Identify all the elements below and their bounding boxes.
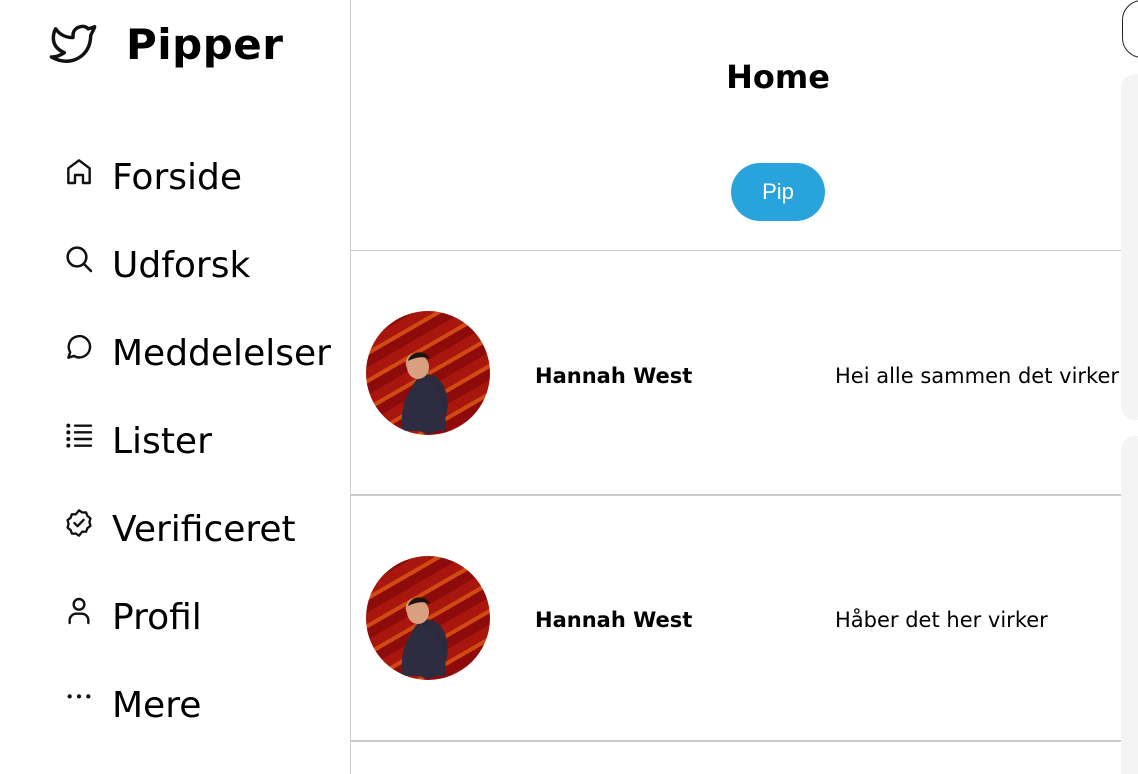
post-author[interactable]: Hannah West: [535, 608, 692, 632]
main-feed: Home Pip Hannah West Hei alle sammen det…: [351, 0, 1127, 774]
nav-item-lister[interactable]: Lister: [62, 418, 342, 466]
post-author[interactable]: Hannah West: [535, 364, 692, 388]
list-icon: [62, 418, 96, 452]
nav-label: Udforsk: [112, 245, 251, 286]
home-icon: [62, 154, 96, 188]
right-panel: [1121, 436, 1138, 774]
post-text: Hei alle sammen det virker!: [835, 364, 1128, 388]
avatar-photo: [401, 352, 446, 431]
nav-item-mere[interactable]: Mere: [62, 682, 342, 730]
post-text: Håber det her virker: [835, 608, 1048, 632]
pip-button[interactable]: Pip: [731, 163, 825, 221]
search-icon: [62, 242, 96, 276]
nav-label: Meddelelser: [112, 333, 331, 374]
nav-label: Lister: [112, 421, 212, 462]
nav-item-profil[interactable]: Profil: [62, 594, 342, 642]
page-header: Home: [351, 58, 1138, 96]
nav-label: Forside: [112, 157, 243, 198]
post-item[interactable]: Hannah West Håber det her virker: [351, 496, 1121, 740]
brand-name: Pipper: [126, 20, 284, 69]
more-icon: [62, 682, 96, 716]
sidebar: Pipper Forside Udforsk Meddelelser Liste…: [0, 0, 350, 774]
user-icon: [62, 594, 96, 628]
app-window: Pipper Forside Udforsk Meddelelser Liste…: [0, 0, 1138, 774]
message-icon: [62, 330, 96, 364]
verified-badge-icon: [62, 506, 96, 540]
page-title: Home: [726, 58, 830, 96]
nav-item-verificeret[interactable]: Verificeret: [62, 506, 342, 554]
search-box-edge[interactable]: [1122, 0, 1138, 58]
bird-icon: [49, 24, 97, 63]
divider: [351, 250, 1121, 251]
post-item[interactable]: Hannah West Hei alle sammen det virker!: [351, 252, 1127, 496]
divider: [351, 740, 1121, 742]
nav-label: Profil: [112, 597, 202, 638]
avatar[interactable]: [366, 311, 490, 435]
avatar-photo: [401, 597, 446, 676]
right-panel: [1121, 74, 1138, 420]
nav-item-meddelelser[interactable]: Meddelelser: [62, 330, 342, 378]
brand[interactable]: Pipper: [44, 18, 283, 70]
nav-item-forside[interactable]: Forside: [62, 154, 342, 202]
nav-item-udforsk[interactable]: Udforsk: [62, 242, 342, 290]
avatar[interactable]: [366, 556, 490, 680]
nav-label: Mere: [112, 685, 202, 726]
nav-label: Verificeret: [112, 509, 296, 550]
